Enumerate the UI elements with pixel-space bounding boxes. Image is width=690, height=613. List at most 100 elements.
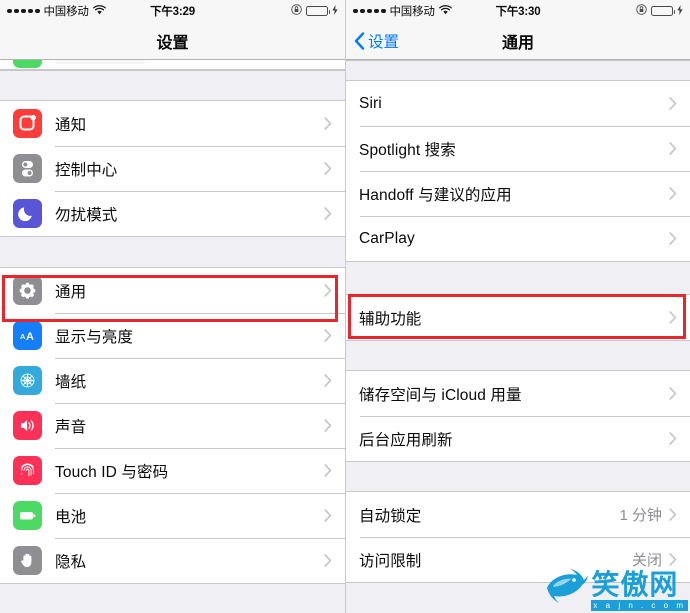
settings-row-battery[interactable]: 电池 (0, 493, 345, 538)
wallpaper-icon (13, 366, 42, 395)
chevron-right-icon (324, 284, 332, 297)
left-status-bar-left: 中国移动 (7, 3, 106, 19)
group-gap-bottom (0, 583, 345, 613)
charging-bolt-icon (677, 4, 683, 18)
settings-row-control-center[interactable]: 控制中心 (0, 146, 345, 191)
settings-row-label: 隐私 (55, 553, 87, 571)
do-not-disturb-icon (13, 199, 42, 228)
settings-row-display-brightness[interactable]: A A 显示与亮度 (0, 313, 345, 358)
svg-text:A: A (26, 331, 34, 343)
partial-row-label (55, 60, 145, 64)
chevron-right-icon (324, 207, 332, 220)
chevron-right-icon (669, 508, 677, 521)
privacy-hand-icon (13, 546, 42, 575)
chevron-left-icon (354, 31, 365, 50)
settings-row-accessibility[interactable]: 辅助功能 (346, 295, 690, 340)
general-gear-icon (13, 276, 42, 305)
settings-row-label: CarPlay (359, 229, 415, 247)
group-gap (0, 70, 345, 101)
carrier-label: 中国移动 (43, 6, 89, 18)
settings-row-spotlight-search[interactable]: Spotlight 搜索 (346, 126, 690, 171)
settings-row-label: 勿扰模式 (55, 206, 118, 224)
dual-screenshot-container: 中国移动 下午3:29 设置 通知 控制中心 勿扰模式 通用 A A 显示与亮度… (0, 0, 690, 613)
battery-icon (651, 6, 675, 16)
partial-row-top[interactable] (0, 60, 345, 70)
settings-row-wallpaper[interactable]: 墙纸 (0, 358, 345, 403)
rotation-lock-icon (636, 4, 647, 18)
chevron-right-icon (324, 374, 332, 387)
settings-row-notifications[interactable]: 通知 (0, 101, 345, 146)
chevron-right-icon (324, 117, 332, 130)
chevron-right-icon (324, 509, 332, 522)
right-phone-screen: 中国移动 下午3:30 设置 通用 Siri Spotlight 搜索 Hand… (345, 0, 690, 613)
group-gap (346, 340, 690, 371)
rotation-lock-icon (291, 4, 302, 18)
settings-row-restrictions[interactable]: 访问限制 关闭 (346, 537, 690, 582)
general-group-3: 储存空间与 iCloud 用量 后台应用刷新 (346, 371, 690, 461)
notifications-icon (13, 109, 42, 138)
settings-group-1: 通知 控制中心 勿扰模式 (0, 101, 345, 236)
right-nav-bar: 设置 通用 (346, 22, 690, 60)
settings-row-label: 电池 (55, 508, 87, 526)
right-status-bar-left: 中国移动 (353, 3, 452, 19)
settings-row-label: Spotlight 搜索 (359, 141, 456, 159)
group-gap (346, 461, 690, 492)
signal-strength-icon (353, 8, 386, 14)
chevron-right-icon (669, 142, 677, 155)
back-button-label: 设置 (368, 33, 400, 51)
settings-row-auto-lock[interactable]: 自动锁定 1 分钟 (346, 492, 690, 537)
settings-row-carplay[interactable]: CarPlay (346, 216, 690, 261)
chevron-right-icon (324, 329, 332, 342)
chevron-right-icon (324, 419, 332, 432)
settings-row-handoff[interactable]: Handoff 与建议的应用 (346, 171, 690, 216)
settings-row-do-not-disturb[interactable]: 勿扰模式 (0, 191, 345, 236)
chevron-right-icon (324, 162, 332, 175)
settings-row-label: Handoff 与建议的应用 (359, 186, 512, 204)
settings-row-privacy[interactable]: 隐私 (0, 538, 345, 583)
general-group-1: Siri Spotlight 搜索 Handoff 与建议的应用 CarPlay (346, 81, 690, 261)
display-brightness-icon: A A (13, 321, 42, 350)
chevron-right-icon (669, 232, 677, 245)
left-nav-bar: 设置 (0, 22, 345, 60)
general-group-2: 辅助功能 (346, 295, 690, 340)
settings-row-label: 显示与亮度 (55, 328, 134, 346)
chevron-right-icon (669, 311, 677, 324)
settings-row-touch-id[interactable]: Touch ID 与密码 (0, 448, 345, 493)
group-gap (0, 236, 345, 268)
wifi-icon (92, 4, 106, 18)
settings-row-label: Siri (359, 94, 382, 112)
settings-row-value: 关闭 (631, 552, 662, 569)
settings-row-label: 访问限制 (359, 552, 422, 570)
right-settings-list[interactable]: Siri Spotlight 搜索 Handoff 与建议的应用 CarPlay… (346, 60, 690, 613)
chevron-right-icon (669, 432, 677, 445)
group-gap (346, 60, 690, 81)
page-title: 设置 (156, 34, 189, 52)
settings-row-label: 通知 (55, 116, 87, 134)
settings-row-label: 通用 (55, 283, 87, 301)
settings-row-label: 声音 (55, 418, 87, 436)
back-button[interactable]: 设置 (346, 30, 399, 52)
partial-row-icon (13, 60, 42, 68)
carrier-label: 中国移动 (389, 6, 435, 18)
settings-row-sounds[interactable]: 声音 (0, 403, 345, 448)
signal-strength-icon (7, 8, 40, 14)
left-settings-list[interactable]: 通知 控制中心 勿扰模式 通用 A A 显示与亮度 墙纸 声音 Touch ID… (0, 60, 345, 613)
left-phone-screen: 中国移动 下午3:29 设置 通知 控制中心 勿扰模式 通用 A A 显示与亮度… (0, 0, 345, 613)
settings-row-label: 辅助功能 (359, 310, 422, 328)
control-center-icon (13, 154, 42, 183)
sound-icon (13, 411, 42, 440)
settings-row-storage-icloud[interactable]: 储存空间与 iCloud 用量 (346, 371, 690, 416)
chevron-right-icon (669, 187, 677, 200)
settings-row-label: 储存空间与 iCloud 用量 (359, 386, 522, 404)
settings-row-value: 1 分钟 (619, 507, 662, 524)
chevron-right-icon (324, 554, 332, 567)
settings-row-background-refresh[interactable]: 后台应用刷新 (346, 416, 690, 461)
settings-group-2: 通用 A A 显示与亮度 墙纸 声音 Touch ID 与密码 电池 隐私 (0, 268, 345, 583)
settings-row-label: Touch ID 与密码 (55, 463, 169, 481)
charging-bolt-icon (332, 4, 338, 18)
right-status-bar: 中国移动 下午3:30 (346, 0, 690, 22)
settings-row-siri[interactable]: Siri (346, 81, 690, 126)
settings-row-general[interactable]: 通用 (0, 268, 345, 313)
chevron-right-icon (669, 97, 677, 110)
chevron-right-icon (669, 387, 677, 400)
